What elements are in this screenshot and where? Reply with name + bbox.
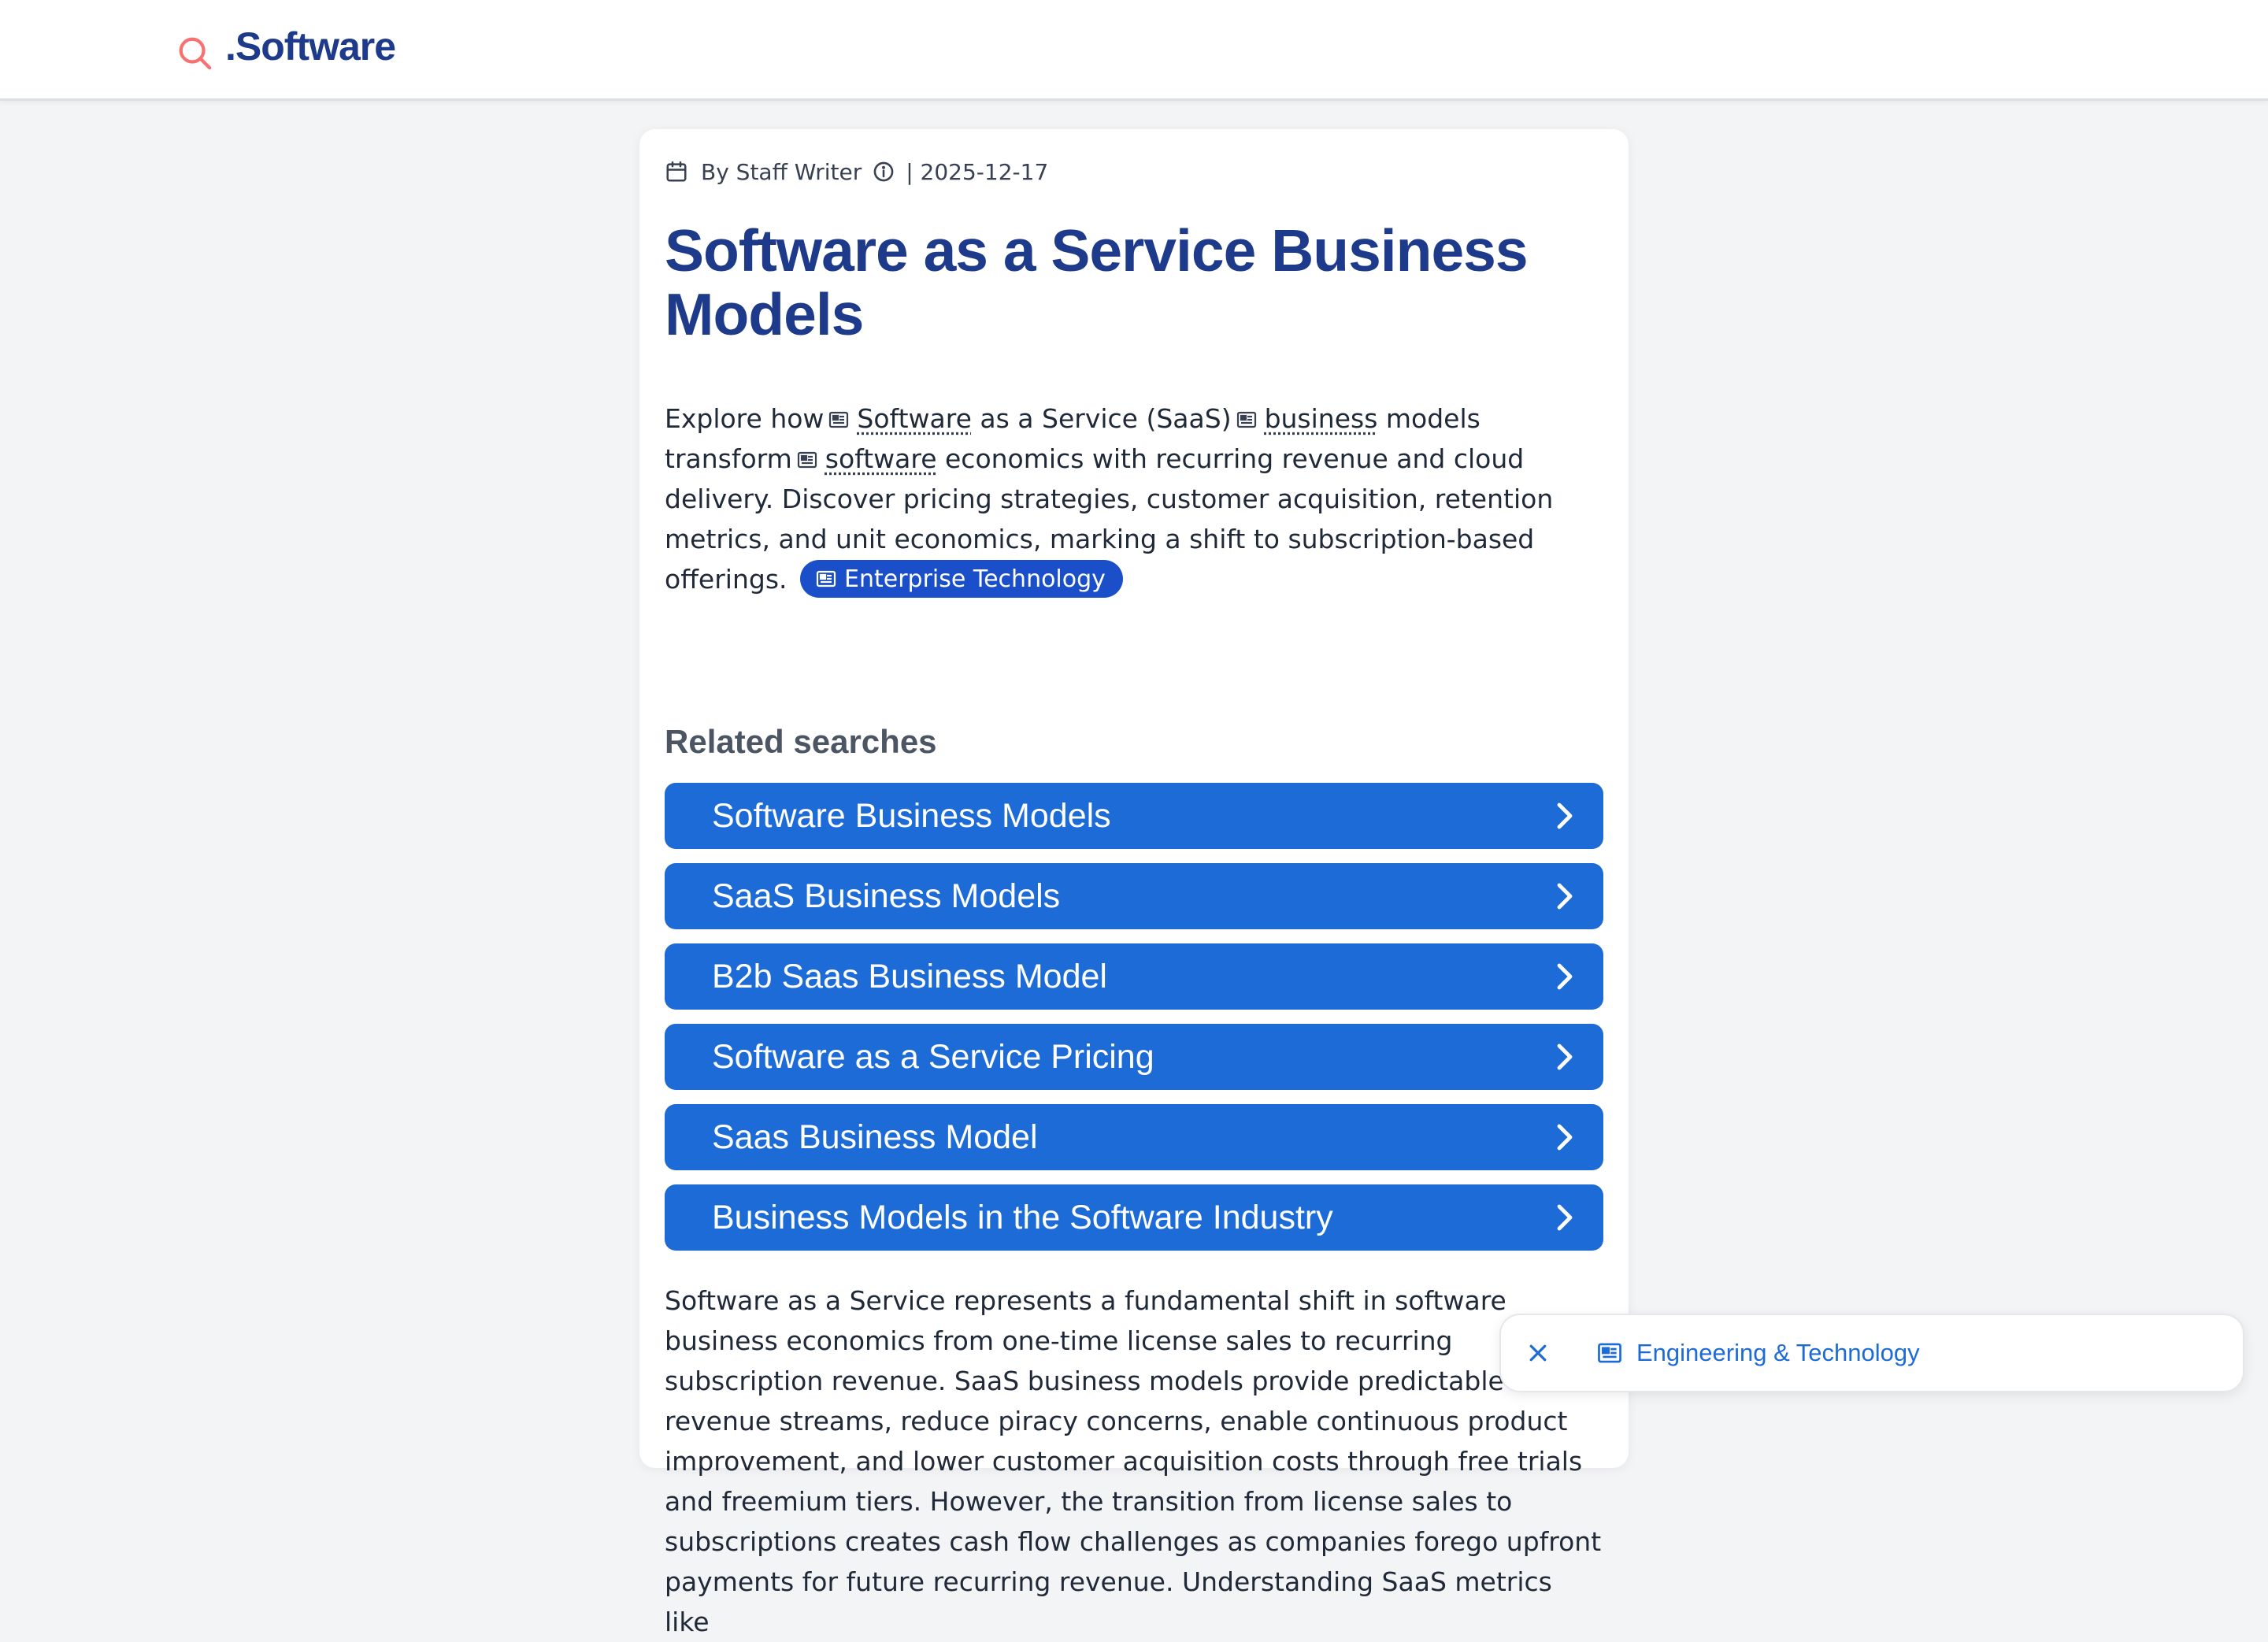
chevron-right-icon — [1557, 802, 1573, 829]
keyword-link-software[interactable]: Software — [857, 403, 971, 434]
newspaper-icon — [1236, 411, 1256, 428]
category-pill-label: Enterprise Technology — [844, 565, 1106, 593]
related-search-label: Software as a Service Pricing — [712, 1037, 1154, 1076]
chevron-right-icon — [1557, 1124, 1573, 1151]
related-search-label: B2b Saas Business Model — [712, 957, 1107, 995]
chevron-right-icon — [1557, 963, 1573, 990]
newspaper-icon — [1598, 1343, 1621, 1363]
site-header: .Software — [0, 0, 2268, 101]
category-toast: Engineering & Technology — [1499, 1314, 2244, 1392]
article-intro: Explore how Software as a Service (SaaS) b… — [665, 398, 1602, 599]
article-body: Software as a Service represents a funda… — [665, 1285, 1602, 1637]
related-search-button[interactable]: Saas Business Model — [665, 1104, 1603, 1170]
keyword-link-software-2[interactable]: software — [825, 443, 937, 474]
related-search-button[interactable]: SaaS Business Models — [665, 863, 1603, 929]
close-icon — [1529, 1344, 1547, 1362]
article-meta: By Staff Writer | 2025-12-17 — [665, 156, 1048, 187]
newspaper-icon — [816, 570, 836, 587]
intro-text: Explore how — [665, 403, 825, 434]
related-search-label: SaaS Business Models — [712, 877, 1061, 915]
related-search-button[interactable]: B2b Saas Business Model — [665, 943, 1603, 1010]
related-search-label: Saas Business Model — [712, 1118, 1038, 1156]
related-searches-list: Software Business Models SaaS Business M… — [665, 783, 1603, 1265]
article-card: By Staff Writer | 2025-12-17 Software as… — [639, 129, 1629, 1637]
related-search-button[interactable]: Business Models in the Software Industry — [665, 1184, 1603, 1251]
intro-text: as a Service (SaaS) — [980, 403, 1232, 434]
calendar-icon — [666, 161, 687, 182]
page-title: Software as a Service Business Models — [665, 217, 1529, 347]
newspaper-icon — [829, 411, 849, 428]
publish-date: | 2025-12-17 — [906, 158, 1049, 185]
close-button[interactable] — [1526, 1341, 1550, 1365]
toast-category-link[interactable]: Engineering & Technology — [1597, 1339, 1920, 1367]
keyword-link-business[interactable]: business — [1265, 403, 1378, 434]
category-pill[interactable]: Enterprise Technology — [800, 560, 1123, 598]
info-icon[interactable] — [873, 161, 895, 183]
chevron-right-icon — [1557, 883, 1573, 910]
related-search-label: Software Business Models — [712, 796, 1111, 835]
chevron-right-icon — [1557, 1043, 1573, 1070]
chevron-right-icon — [1557, 1204, 1573, 1231]
byline: By Staff Writer — [701, 158, 862, 185]
related-searches-heading: Related searches — [665, 723, 937, 760]
toast-label: Engineering & Technology — [1636, 1339, 1920, 1366]
site-logo[interactable]: .Software — [225, 24, 396, 69]
newspaper-icon — [797, 451, 817, 469]
related-search-button[interactable]: Software Business Models — [665, 783, 1603, 849]
search-icon[interactable] — [176, 35, 213, 71]
related-search-label: Business Models in the Software Industry — [712, 1198, 1333, 1236]
related-search-button[interactable]: Software as a Service Pricing — [665, 1024, 1603, 1090]
